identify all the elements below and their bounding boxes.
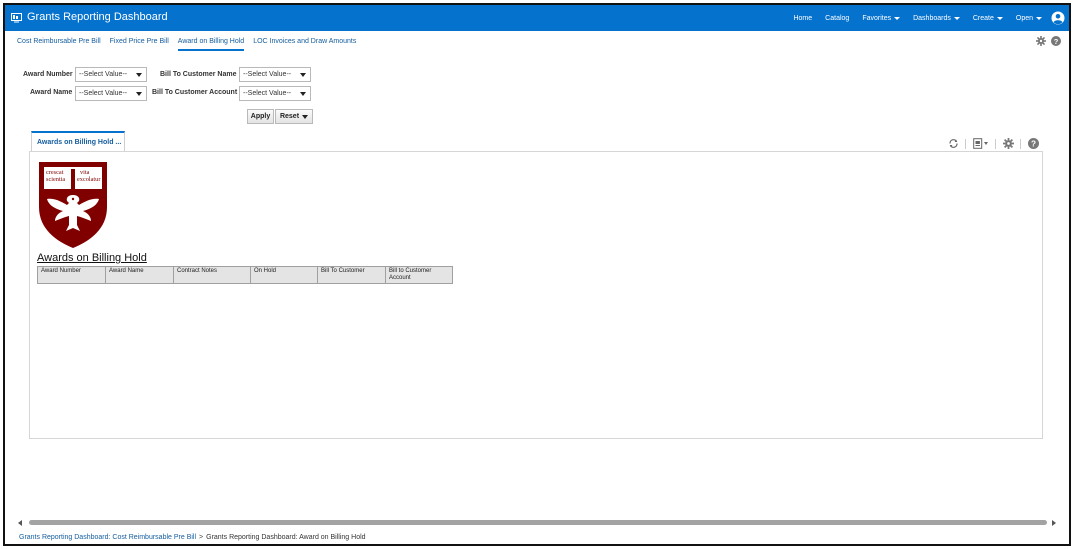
crest-motto-4: excolatur <box>77 176 101 183</box>
nav-dashboards-label: Dashboards <box>913 14 951 22</box>
bill-to-customer-name-label: Bill To Customer Name <box>160 71 237 78</box>
col-bill-to-customer-account[interactable]: Bill to Customer Account <box>385 266 453 284</box>
breadcrumb: Grants Reporting Dashboard: Cost Reimbur… <box>19 534 366 541</box>
crest-motto-3: vita <box>80 169 90 176</box>
award-name-label: Award Name <box>30 89 73 96</box>
col-award-number[interactable]: Award Number <box>37 266 106 284</box>
col-bill-to-customer[interactable]: Bill To Customer <box>317 266 386 284</box>
bill-to-customer-name-select[interactable]: --Select Value-- <box>239 67 311 82</box>
tab-loc-invoices-and-draw-amounts[interactable]: LOC Invoices and Draw Amounts <box>253 38 356 51</box>
nav-create-label: Create <box>972 14 994 22</box>
crest-motto-1: crescat <box>46 169 64 176</box>
analysis-panel: crescat scientia vita excolatur Awards o… <box>29 151 1043 439</box>
user-avatar-icon[interactable] <box>1051 11 1065 25</box>
report-title: Awards on Billing Hold <box>37 252 147 264</box>
bill-to-customer-account-select[interactable]: --Select Value-- <box>239 86 311 101</box>
reset-button-label: Reset <box>279 113 300 120</box>
breadcrumb-separator: > <box>199 534 204 541</box>
scrollbar-thumb[interactable] <box>29 520 1047 525</box>
app-title: Grants Reporting Dashboard <box>27 11 168 23</box>
nav-open-label: Open <box>1015 14 1033 22</box>
global-nav: Home Catalog Favorites Dashboards Create… <box>780 5 1065 31</box>
col-contract-notes[interactable]: Contract Notes <box>173 266 251 284</box>
nav-catalog-label: Catalog <box>825 14 850 22</box>
horizontal-scrollbar[interactable] <box>15 517 1059 529</box>
help-icon[interactable]: ? <box>1051 36 1061 46</box>
award-name-value: --Select Value-- <box>79 90 128 97</box>
university-crest-logo: crescat scientia vita excolatur <box>39 162 107 248</box>
chevron-down-icon <box>1036 16 1042 20</box>
svg-text:?: ? <box>1031 140 1036 149</box>
dropdown-arrow-icon <box>136 92 142 96</box>
analysis-tools: ? <box>941 138 1039 149</box>
chevron-down-icon <box>953 16 960 20</box>
nav-favorites[interactable]: Favorites <box>862 14 901 22</box>
award-number-value: --Select Value-- <box>79 71 128 78</box>
nav-dashboards[interactable]: Dashboards <box>913 15 960 22</box>
chevron-down-icon <box>894 16 901 20</box>
col-on-hold[interactable]: On Hold <box>250 266 318 284</box>
export-icon[interactable] <box>973 138 989 149</box>
chevron-down-icon <box>996 16 1003 20</box>
dropdown-arrow-icon <box>300 92 306 96</box>
nav-home[interactable]: Home <box>793 15 812 22</box>
award-number-label: Award Number <box>23 71 73 78</box>
nav-favorites-label: Favorites <box>862 14 892 22</box>
analysis-tab[interactable]: Awards on Billing Hold ... <box>31 131 125 152</box>
svg-text:?: ? <box>1054 37 1059 46</box>
toolbar-divider <box>965 138 966 149</box>
dashboard-page-tabs: Cost Reimbursable Pre Bill Fixed Price P… <box>17 38 365 51</box>
top-bar: Grants Reporting Dashboard Home Catalog … <box>5 5 1069 31</box>
apply-button-label: Apply <box>250 113 271 120</box>
tab-fixed-price-pre-bill[interactable]: Fixed Price Pre Bill <box>110 38 169 51</box>
nav-open[interactable]: Open <box>1016 15 1042 22</box>
col-award-name[interactable]: Award Name <box>105 266 174 284</box>
nav-catalog[interactable]: Catalog <box>825 15 849 22</box>
scroll-left-icon[interactable] <box>18 520 22 526</box>
nav-home-label: Home <box>793 14 813 22</box>
toolbar-divider <box>1020 138 1021 149</box>
gear-icon[interactable] <box>1003 138 1014 149</box>
award-name-select[interactable]: --Select Value-- <box>75 86 147 101</box>
tab-cost-reimbursable-pre-bill[interactable]: Cost Reimbursable Pre Bill <box>17 38 101 51</box>
page-tools: ? <box>1031 36 1061 46</box>
window-frame: Grants Reporting Dashboard Home Catalog … <box>3 3 1071 546</box>
bill-to-customer-name-value: --Select Value-- <box>243 71 292 78</box>
help-icon[interactable]: ? <box>1028 138 1039 149</box>
table-header-row: Award Number Award Name Contract Notes O… <box>37 266 453 284</box>
bill-to-customer-account-label: Bill To Customer Account <box>152 89 238 96</box>
reset-button[interactable]: Reset <box>275 109 313 124</box>
apply-button[interactable]: Apply <box>247 109 274 124</box>
toolbar-divider <box>995 138 996 149</box>
breadcrumb-current: Grants Reporting Dashboard: Award on Bil… <box>206 534 366 541</box>
dashboard-icon <box>11 13 22 23</box>
nav-create[interactable]: Create <box>973 15 1003 22</box>
tab-award-on-billing-hold[interactable]: Award on Billing Hold <box>177 38 245 51</box>
breadcrumb-link[interactable]: Grants Reporting Dashboard: Cost Reimbur… <box>19 534 196 541</box>
awards-table: Award Number Award Name Contract Notes O… <box>37 266 453 284</box>
dropdown-arrow-icon <box>136 73 142 77</box>
chevron-down-icon <box>302 114 309 119</box>
scroll-right-icon[interactable] <box>1052 520 1056 526</box>
crest-motto-2: scientia <box>46 176 65 183</box>
bill-to-customer-account-value: --Select Value-- <box>243 90 292 97</box>
award-number-select[interactable]: --Select Value-- <box>75 67 147 82</box>
gear-icon[interactable] <box>1036 36 1046 46</box>
dropdown-arrow-icon <box>300 73 306 77</box>
refresh-icon[interactable] <box>948 138 959 149</box>
